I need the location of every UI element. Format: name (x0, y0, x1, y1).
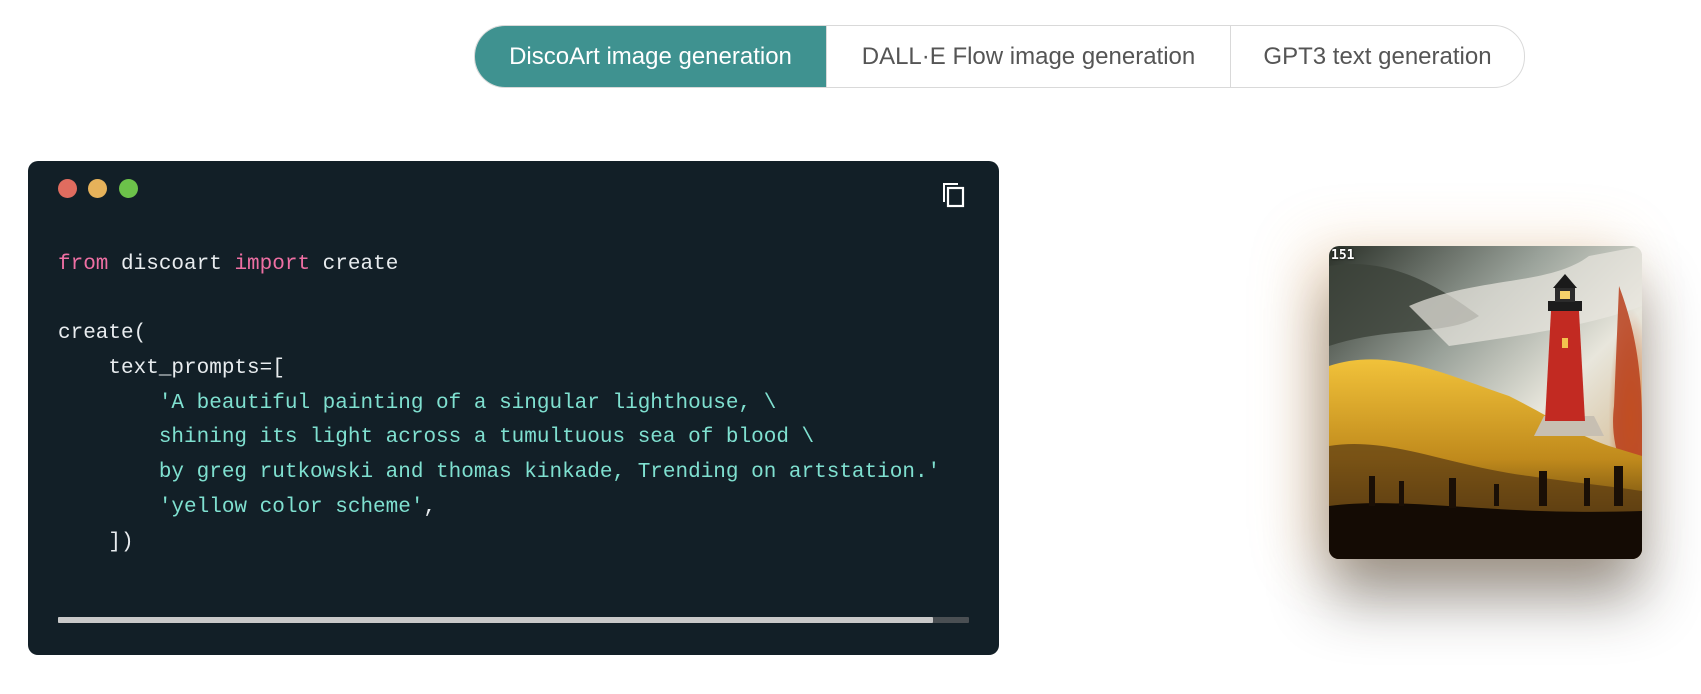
window-close-dot (58, 179, 77, 198)
code-token: discoart (108, 253, 235, 276)
code-string: 'A beautiful painting of a singular ligh… (58, 391, 777, 415)
generation-tabs: DiscoArt image generation DALL·E Flow im… (474, 25, 1525, 88)
horizontal-scrollbar[interactable] (58, 617, 969, 623)
tab-gpt3[interactable]: GPT3 text generation (1230, 26, 1524, 87)
tab-dalle-flow[interactable]: DALL·E Flow image generation (826, 26, 1230, 87)
output-image: 151 (1329, 246, 1642, 559)
code-string: by greg rutkowski and thomas kinkade, Tr… (58, 461, 941, 485)
code-window: from discoart import create create( text… (28, 161, 999, 655)
code-string: shining its light across a tumultuous se… (58, 426, 815, 450)
code-line: create( (58, 317, 998, 352)
code-line: 'yellow color scheme', (58, 491, 998, 526)
code-line: shining its light across a tumultuous se… (58, 421, 998, 456)
code-line: 'A beautiful painting of a singular ligh… (58, 387, 998, 422)
code-token: create (310, 253, 399, 276)
code-string: 'yellow color scheme' (58, 495, 424, 519)
tab-discoart[interactable]: DiscoArt image generation (475, 26, 826, 87)
code-block[interactable]: from discoart import create create( text… (58, 248, 998, 560)
code-token: text_prompts=[ (58, 357, 285, 381)
code-keyword: from (58, 253, 109, 276)
window-minimize-dot (88, 179, 107, 198)
code-line: by greg rutkowski and thomas kinkade, Tr… (58, 456, 998, 491)
code-line: text_prompts=[ (58, 352, 998, 387)
code-line: from discoart import create (58, 248, 998, 283)
code-keyword: import (234, 253, 311, 276)
step-counter-label: 151 (1331, 248, 1355, 263)
code-token: create( (58, 322, 147, 346)
code-token: , (423, 495, 437, 519)
copy-icon[interactable] (938, 178, 970, 210)
window-maximize-dot (119, 179, 138, 198)
lighthouse-painting (1329, 246, 1642, 559)
code-line: ]) (58, 526, 998, 561)
scrollbar-thumb[interactable] (58, 617, 933, 623)
page: DiscoArt image generation DALL·E Flow im… (0, 0, 1701, 694)
code-token: ]) (58, 530, 134, 554)
